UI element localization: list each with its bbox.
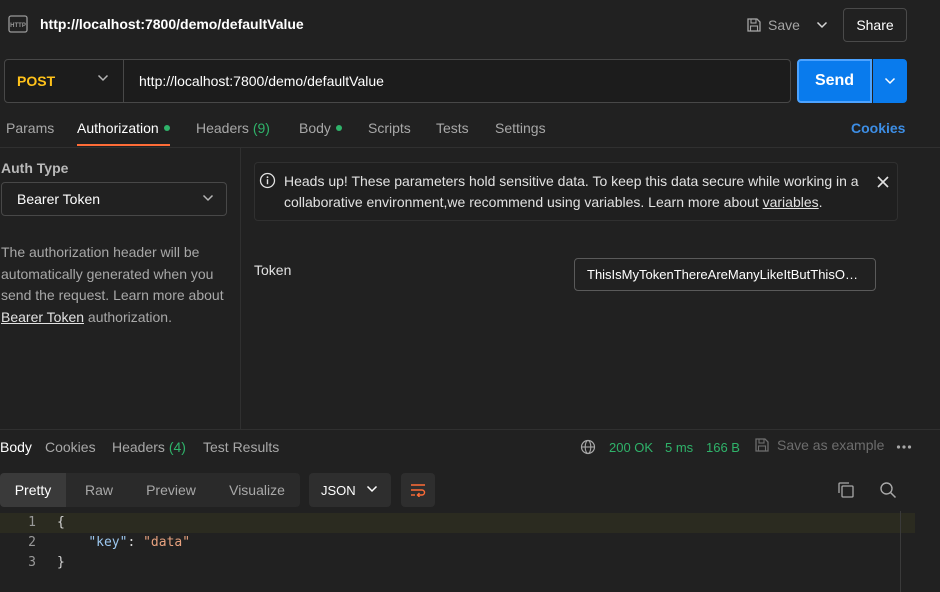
scrollbar[interactable] xyxy=(900,511,901,592)
url-input[interactable]: http://localhost:7800/demo/defaultValue xyxy=(139,73,384,89)
tab-params[interactable]: Params xyxy=(6,120,54,136)
chevron-down-icon xyxy=(816,21,828,29)
save-as-example-button[interactable]: Save as example xyxy=(754,437,884,453)
method-select[interactable]: POST xyxy=(5,60,124,102)
send-options-button[interactable] xyxy=(873,59,907,103)
code-line: 2 "key": "data" xyxy=(0,533,915,553)
code-line: 1 { xyxy=(0,513,915,533)
tab-authorization-label: Authorization xyxy=(77,120,159,136)
code-text: "key": "data" xyxy=(57,533,190,553)
bearer-token-link[interactable]: Bearer Token xyxy=(1,309,84,325)
json-key: "key" xyxy=(88,535,128,550)
more-horizontal-icon[interactable] xyxy=(896,444,912,450)
response-tab-body[interactable]: Body xyxy=(0,439,32,455)
request-title: http://localhost:7800/demo/defaultValue xyxy=(40,16,304,32)
token-input[interactable]: ThisIsMyTokenThereAreManyLikeItButThisOn… xyxy=(574,258,876,291)
alert-message: Heads up! These parameters hold sensitiv… xyxy=(284,171,864,213)
response-tab-test-results[interactable]: Test Results xyxy=(203,439,279,455)
save-as-example-label: Save as example xyxy=(777,437,885,453)
json-value: "data" xyxy=(143,535,191,550)
code-text: } xyxy=(57,555,65,570)
auth-description-text: The authorization header will be automat… xyxy=(1,244,224,303)
tab-scripts[interactable]: Scripts xyxy=(368,120,411,136)
chevron-down-icon xyxy=(884,77,896,85)
tab-body-label: Body xyxy=(299,120,331,136)
wrap-lines-icon[interactable] xyxy=(401,473,435,507)
token-label: Token xyxy=(254,262,292,278)
save-options-button[interactable] xyxy=(811,14,833,36)
status-code: 200 OK xyxy=(609,440,654,455)
floppy-disk-icon xyxy=(754,437,770,453)
auth-type-label: Auth Type xyxy=(1,160,69,176)
floppy-disk-icon xyxy=(746,17,762,33)
chevron-down-icon xyxy=(366,485,378,493)
code-text: { xyxy=(57,515,65,530)
auth-type-select[interactable]: Bearer Token xyxy=(1,182,227,216)
line-number: 1 xyxy=(28,515,36,530)
response-tab-headers[interactable]: Headers (4) xyxy=(112,439,186,455)
method-label: POST xyxy=(17,73,56,89)
svg-text:HTTP: HTTP xyxy=(10,23,26,29)
view-raw[interactable]: Raw xyxy=(70,473,128,507)
response-size: 166 B xyxy=(706,440,740,455)
auth-description-tail: authorization. xyxy=(84,308,172,325)
response-divider xyxy=(0,429,940,430)
cookies-link[interactable]: Cookies xyxy=(851,120,905,136)
auth-description: The authorization header will be automat… xyxy=(1,242,233,328)
close-icon[interactable] xyxy=(875,174,891,190)
active-dot xyxy=(335,125,342,132)
tab-headers-label: Headers xyxy=(196,120,249,136)
tab-authorization[interactable]: Authorization xyxy=(77,120,170,136)
copy-icon[interactable] xyxy=(837,481,855,499)
response-tab-headers-label: Headers xyxy=(112,439,165,455)
line-number: 2 xyxy=(28,535,36,550)
globe-icon[interactable] xyxy=(580,439,596,455)
send-button[interactable]: Send xyxy=(797,59,872,103)
headers-count: (9) xyxy=(252,120,270,136)
view-pretty[interactable]: Pretty xyxy=(0,473,66,507)
chevron-down-icon xyxy=(202,194,214,202)
http-request-icon: HTTP xyxy=(7,13,29,35)
variables-link[interactable]: variables xyxy=(763,194,819,210)
tab-settings[interactable]: Settings xyxy=(495,120,546,136)
view-visualize[interactable]: Visualize xyxy=(218,473,296,507)
format-value: JSON xyxy=(321,482,356,498)
view-preview[interactable]: Preview xyxy=(134,473,208,507)
response-body-code[interactable]: 1 { 2 "key": "data" 3 } xyxy=(0,511,915,592)
save-button[interactable]: Save xyxy=(746,12,800,38)
active-dot xyxy=(163,125,170,132)
tab-body[interactable]: Body xyxy=(299,120,342,136)
tab-tests[interactable]: Tests xyxy=(436,120,469,136)
share-button[interactable]: Share xyxy=(843,8,907,42)
line-number: 3 xyxy=(28,555,36,570)
response-time: 5 ms xyxy=(665,440,694,455)
active-tab-indicator xyxy=(77,144,170,146)
tab-headers[interactable]: Headers (9) xyxy=(196,120,270,136)
panel-divider xyxy=(240,148,241,430)
format-select[interactable]: JSON xyxy=(309,473,391,507)
chevron-down-icon xyxy=(97,74,109,82)
response-tab-cookies[interactable]: Cookies xyxy=(45,439,96,455)
divider xyxy=(0,147,940,148)
json-separator: : xyxy=(127,535,144,550)
alert-message-tail: . xyxy=(818,194,823,210)
response-headers-count: (4) xyxy=(168,439,186,455)
code-line: 3 } xyxy=(0,553,915,573)
search-icon[interactable] xyxy=(879,481,897,499)
save-label: Save xyxy=(768,17,800,33)
info-icon xyxy=(259,172,276,189)
auth-type-value: Bearer Token xyxy=(17,191,101,207)
